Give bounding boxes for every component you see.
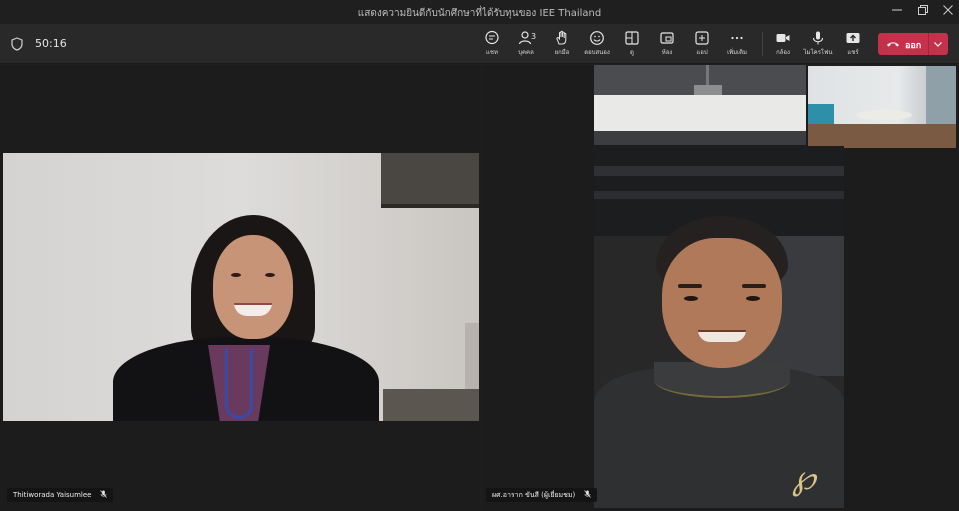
title-bar: แสดงความยินดีกับนักศึกษาที่ได้รับทุนของ … [0,0,959,24]
raise-hand-button[interactable]: ยกมือ [545,30,579,60]
self-preview-video[interactable] [807,65,957,149]
close-icon[interactable] [940,4,956,20]
window-title: แสดงความยินดีกับนักศึกษาที่ได้รับทุนของ … [357,8,602,19]
meeting-room-glass [926,66,956,126]
share-icon [846,33,860,43]
people-count: 3 [531,32,537,41]
participant-eye [231,273,241,277]
more-button[interactable]: เพิ่มเติม [720,30,754,60]
microphone-button[interactable]: ไมโครโฟน [801,30,835,60]
ceiling-beam [594,166,844,176]
meeting-toolbar: 50:16 แชท 3 บุคคล ยกมือ ตอบสนอง ดู ห้อง … [0,24,959,64]
ceiling-beam [594,191,844,199]
react-label: ตอบสนอง [584,49,610,56]
microphone-icon [583,490,591,498]
wall-picture-frame [381,153,479,208]
participant-face [213,235,293,339]
participant-face [662,238,782,368]
meeting-room-screen [808,104,834,124]
microphone-icon [99,490,107,498]
room-video-strip [594,65,806,145]
rooms-button[interactable]: ห้อง [650,30,684,60]
chevron-down-icon[interactable] [932,38,944,50]
shirt-crest-logo: ℘ [792,458,816,498]
chat-icon [485,30,499,45]
camera-icon [776,34,790,42]
react-button[interactable]: ตอบสนอง [580,30,614,60]
leave-button[interactable]: ออก [878,33,948,55]
microphone-icon [812,31,824,45]
participant-eye [265,273,275,277]
view-label: ดู [630,49,634,56]
chat-label: แชท [486,49,498,56]
more-label: เพิ่มเติม [727,49,747,56]
participant-tile-left[interactable] [0,65,481,511]
participant-brow [742,284,766,288]
participant-smile [698,330,746,342]
participant-name-tag-left: Thitiworada Yaisumlee [7,488,113,502]
participant-eye [746,296,760,301]
restore-icon[interactable] [915,4,931,20]
phone-hangup-icon [887,42,899,47]
microphone-label: ไมโครโฟน [803,49,833,56]
share-label: แชร์ [847,49,859,56]
smiley-icon [590,31,604,45]
participant-tile-right[interactable]: ℘ [482,65,959,511]
people-label: บุคคล [518,49,534,56]
shield-icon [11,37,23,51]
ceiling-mount [706,65,709,85]
participant-brow [678,284,702,288]
view-icon [625,31,639,45]
people-button[interactable]: 3 บุคคล [509,30,543,60]
minimize-icon[interactable] [889,4,905,20]
raise-hand-label: ยกมือ [554,49,570,56]
meeting-room-table [856,110,912,120]
apps-icon [695,31,709,45]
participant-name: Thitiworada Yaisumlee [13,491,92,499]
participant-eye [684,296,698,301]
background-shelf [465,323,479,393]
leave-label: ออก [905,41,922,51]
leave-divider [928,33,929,55]
camera-button[interactable]: กล้อง [766,30,800,60]
share-button[interactable]: แชร์ [836,30,870,60]
room-beam [594,131,806,145]
participant-name: ผศ.อาราก ขันสี (ผู้เยี่ยมชม) [492,491,576,499]
chat-button[interactable]: แชท [475,30,509,60]
participant-video-left [3,153,479,421]
participant-name-tag-right: ผศ.อาราก ขันสี (ผู้เยี่ยมชม) [486,488,597,502]
more-icon [731,36,743,40]
rooms-icon [660,32,674,44]
apps-button[interactable]: แอป [685,30,719,60]
raise-hand-icon [556,30,567,45]
view-button[interactable]: ดู [615,30,649,60]
room-wall [594,95,806,133]
background-cabinet [383,389,479,421]
meeting-stage: ℘ Thitiworada Yaisumlee ผศ.อาราก ขันสี (… [0,65,959,511]
participant-video-right: ℘ [594,146,844,508]
meeting-timer: 50:16 [35,37,67,50]
camera-label: กล้อง [776,49,790,56]
apps-label: แอป [696,49,708,56]
toolbar-separator [762,32,763,56]
rooms-label: ห้อง [661,49,673,56]
participant-lanyard [225,349,253,419]
